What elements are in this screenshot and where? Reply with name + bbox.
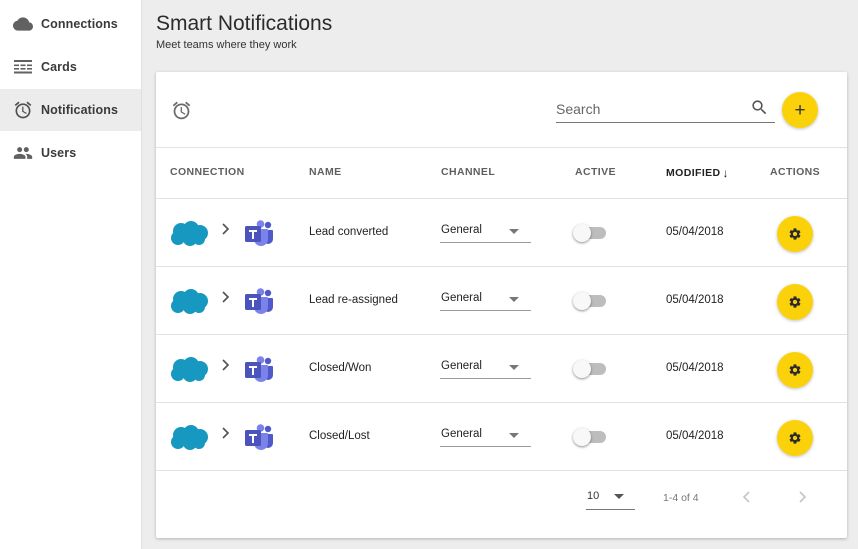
gear-icon — [788, 295, 802, 309]
sidebar-item-label: Connections — [41, 17, 118, 31]
teams-logo — [244, 288, 274, 316]
caret-down-icon — [509, 297, 519, 302]
gear-icon — [788, 363, 802, 377]
sidebar-item-label: Notifications — [41, 103, 118, 117]
column-header-name[interactable]: NAME — [309, 166, 342, 178]
teams-logo — [244, 220, 274, 248]
gear-icon — [788, 431, 802, 445]
rows-per-page-select[interactable]: 10 — [586, 485, 635, 510]
search-input[interactable] — [556, 98, 741, 120]
channel-select[interactable]: General — [440, 221, 531, 243]
row-divider — [156, 470, 847, 471]
rows-per-page-value: 10 — [587, 490, 600, 502]
users-icon — [13, 143, 33, 163]
modified-date: 05/04/2018 — [666, 226, 724, 238]
toggle-knob — [573, 292, 591, 310]
sidebar: Connections Cards Notifications Users — [0, 0, 142, 549]
sidebar-item-cards[interactable]: Cards — [0, 46, 141, 88]
sidebar-item-users[interactable]: Users — [0, 132, 141, 174]
arrow-down-icon: ↓ — [722, 166, 729, 180]
channel-select[interactable]: General — [440, 425, 531, 447]
sidebar-item-notifications[interactable]: Notifications — [0, 89, 141, 131]
active-toggle[interactable] — [573, 292, 607, 310]
column-header-connection[interactable]: CONNECTION — [170, 166, 245, 178]
table-row: Lead re-assigned General 05/04/2018 — [156, 267, 847, 335]
column-header-channel[interactable]: CHANNEL — [441, 166, 495, 178]
notification-name: Closed/Lost — [309, 430, 370, 442]
table-row: Lead converted General 05/04/2018 — [156, 199, 847, 267]
cards-icon — [13, 57, 33, 77]
caret-down-icon — [509, 433, 519, 438]
table-row: Closed/Won General 05/04/2018 — [156, 335, 847, 403]
divider — [156, 147, 847, 148]
alarm-clock-icon — [13, 100, 33, 120]
chevron-right-icon[interactable] — [794, 488, 810, 506]
gear-icon — [788, 227, 802, 241]
modified-date: 05/04/2018 — [666, 294, 724, 306]
notifications-card: + CONNECTION NAME CHANNEL ACTIVE MODIFIE… — [156, 72, 847, 538]
modified-date: 05/04/2018 — [666, 430, 724, 442]
chevron-right-icon — [220, 290, 232, 304]
search-icon[interactable] — [750, 98, 770, 118]
settings-button[interactable] — [777, 352, 813, 388]
caret-down-icon — [614, 494, 624, 499]
toggle-knob — [573, 360, 591, 378]
channel-value: General — [441, 292, 482, 304]
teams-logo — [244, 356, 274, 384]
settings-button[interactable] — [777, 216, 813, 252]
alarm-clock-icon[interactable] — [170, 99, 192, 121]
active-toggle[interactable] — [573, 428, 607, 446]
chevron-right-icon — [220, 426, 232, 440]
toggle-knob — [573, 428, 591, 446]
salesforce-logo — [169, 356, 209, 384]
channel-select[interactable]: General — [440, 289, 531, 311]
active-toggle[interactable] — [573, 360, 607, 378]
channel-select[interactable]: General — [440, 357, 531, 379]
chevron-left-icon[interactable] — [739, 488, 755, 506]
salesforce-logo — [169, 220, 209, 248]
sidebar-item-connections[interactable]: Connections — [0, 3, 141, 45]
teams-logo — [244, 424, 274, 452]
settings-button[interactable] — [777, 284, 813, 320]
toggle-knob — [573, 224, 591, 242]
salesforce-logo — [169, 288, 209, 316]
search-field — [556, 96, 775, 123]
page-title: Smart Notifications — [156, 12, 333, 35]
sidebar-item-label: Cards — [41, 60, 77, 74]
column-header-actions: ACTIONS — [770, 166, 821, 178]
notification-name: Lead re-assigned — [309, 294, 398, 306]
chevron-right-icon — [220, 358, 232, 372]
caret-down-icon — [509, 229, 519, 234]
column-header-label: MODIFIED — [666, 167, 721, 179]
salesforce-logo — [169, 424, 209, 452]
channel-value: General — [441, 428, 482, 440]
cloud-icon — [13, 14, 33, 34]
table-row: Closed/Lost General 05/04/2018 — [156, 403, 847, 471]
notification-name: Closed/Won — [309, 362, 372, 374]
channel-value: General — [441, 224, 482, 236]
settings-button[interactable] — [777, 420, 813, 456]
pagination-range: 1-4 of 4 — [663, 492, 699, 504]
chevron-right-icon — [220, 222, 232, 236]
column-header-active[interactable]: ACTIVE — [575, 166, 616, 178]
sidebar-item-label: Users — [41, 146, 77, 160]
notification-name: Lead converted — [309, 226, 389, 238]
add-notification-button[interactable]: + — [782, 92, 818, 128]
active-toggle[interactable] — [573, 224, 607, 242]
modified-date: 05/04/2018 — [666, 362, 724, 374]
caret-down-icon — [509, 365, 519, 370]
page-subtitle: Meet teams where they work — [156, 39, 297, 51]
column-header-modified[interactable]: MODIFIED ↓ — [666, 166, 729, 180]
channel-value: General — [441, 360, 482, 372]
